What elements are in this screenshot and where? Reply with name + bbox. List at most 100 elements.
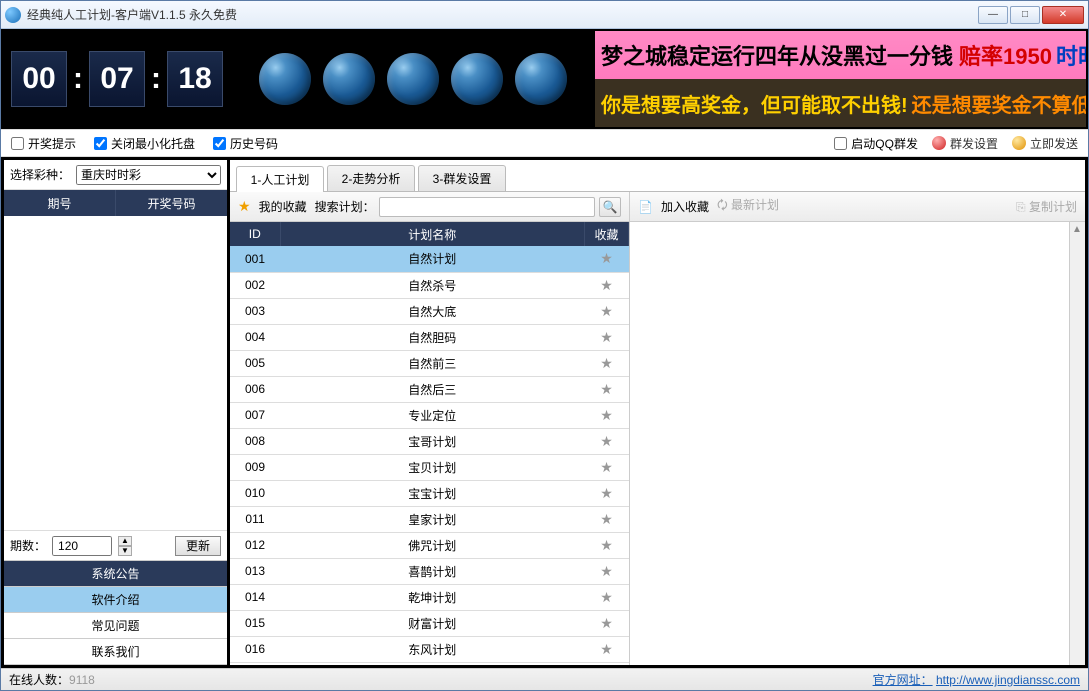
add-favorite-button[interactable]: 加入收藏 xyxy=(661,198,709,215)
cell-fav: ★ xyxy=(585,506,629,532)
ad-banner[interactable]: 梦之城稳定运行四年从没黑过一分钱 赔率1950 时时彩 你是想要高奖金，但可能取… xyxy=(595,31,1086,127)
table-row[interactable]: 007专业定位★ xyxy=(230,402,629,428)
ad-line-1: 梦之城稳定运行四年从没黑过一分钱 赔率1950 时时彩 xyxy=(595,31,1086,79)
cell-name: 宝哥计划 xyxy=(280,428,585,454)
official-site-link[interactable]: http://www.jingdianssc.com xyxy=(936,673,1080,687)
search-group: 搜索计划： 🔍 xyxy=(315,197,621,217)
countdown-timer: 00 : 07 : 18 xyxy=(3,31,231,127)
table-row[interactable]: 009宝贝计划★ xyxy=(230,454,629,480)
table-row[interactable]: 015财富计划★ xyxy=(230,610,629,636)
tab-trend[interactable]: 2-走势分析 xyxy=(327,165,415,191)
site-label: 官方网址： xyxy=(873,673,933,687)
cell-id: 010 xyxy=(230,480,280,506)
table-row[interactable]: 014乾坤计划★ xyxy=(230,584,629,610)
star-icon[interactable]: ★ xyxy=(600,407,613,423)
minimize-button[interactable]: — xyxy=(978,6,1008,24)
table-row[interactable]: 004自然胆码★ xyxy=(230,324,629,350)
table-row[interactable]: 010宝宝计划 ★ xyxy=(230,480,629,506)
star-icon[interactable]: ★ xyxy=(600,303,613,319)
cell-name: 宝贝计划 xyxy=(280,454,585,480)
plan-detail-panel: 📄 加入收藏 🗘 最新计划 ⎘ 复制计划 xyxy=(630,192,1085,665)
star-icon[interactable]: ★ xyxy=(600,329,613,345)
table-row[interactable]: 013喜鹊计划★ xyxy=(230,558,629,584)
star-icon[interactable]: ★ xyxy=(600,381,613,397)
cell-fav: ★ xyxy=(585,480,629,506)
th-fav[interactable]: 收藏 xyxy=(585,222,629,246)
menu-contact[interactable]: 联系我们 xyxy=(4,639,227,665)
search-button[interactable]: 🔍 xyxy=(599,197,621,217)
search-input[interactable] xyxy=(379,197,595,217)
table-row[interactable]: 011皇家计划★ xyxy=(230,506,629,532)
broadcast-settings-link[interactable]: 群发设置 xyxy=(932,135,998,152)
star-icon[interactable]: ★ xyxy=(600,615,613,631)
table-row[interactable]: 003自然大底★ xyxy=(230,298,629,324)
app-icon xyxy=(5,7,21,23)
star-icon[interactable]: ★ xyxy=(600,485,613,501)
cell-id: 014 xyxy=(230,584,280,610)
menu-software-intro[interactable]: 软件介绍 xyxy=(4,587,227,613)
tab-plans[interactable]: 1-人工计划 xyxy=(236,166,324,192)
table-row[interactable]: 016东风计划★ xyxy=(230,636,629,662)
search-label: 搜索计划： xyxy=(315,198,375,215)
detail-content xyxy=(630,222,1069,665)
menu-faq[interactable]: 常见问题 xyxy=(4,613,227,639)
star-icon[interactable]: ★ xyxy=(600,563,613,579)
cell-fav: ★ xyxy=(585,402,629,428)
refresh-plan-button[interactable]: 🗘 最新计划 xyxy=(717,196,779,217)
cell-id: 002 xyxy=(230,272,280,298)
lottery-select[interactable]: 重庆时时彩 xyxy=(76,165,221,185)
star-icon[interactable]: ★ xyxy=(600,511,613,527)
vertical-scrollbar[interactable] xyxy=(1069,222,1085,665)
cell-fav: ★ xyxy=(585,532,629,558)
plan-grid-scroll[interactable]: ID 计划名称 收藏 001自然计划★002自然杀号★003自然大底★004自然… xyxy=(230,222,629,665)
plan-list-toolbar: ★ 我的收藏 搜索计划： 🔍 xyxy=(230,192,629,222)
cell-name: 自然后三 xyxy=(280,376,585,402)
copy-plan-button[interactable]: ⎘ 复制计划 xyxy=(1016,198,1077,215)
close-button[interactable]: ✕ xyxy=(1042,6,1084,24)
star-icon[interactable]: ★ xyxy=(600,537,613,553)
opt-close-tray[interactable]: 关闭最小化托盘 xyxy=(94,135,195,152)
table-row[interactable]: 002自然杀号★ xyxy=(230,272,629,298)
my-favorites-link[interactable]: 我的收藏 xyxy=(259,198,307,215)
cell-fav: ★ xyxy=(585,610,629,636)
person-icon xyxy=(1012,136,1026,150)
maximize-button[interactable]: □ xyxy=(1010,6,1040,24)
cell-name: 宝宝计划 xyxy=(280,480,585,506)
options-bar: 开奖提示 关闭最小化托盘 历史号码 启动QQ群发 群发设置 立即发送 xyxy=(1,129,1088,157)
cell-id: 012 xyxy=(230,532,280,558)
star-icon[interactable]: ★ xyxy=(600,250,613,266)
document-icon: 📄 xyxy=(638,200,653,214)
cell-id: 013 xyxy=(230,558,280,584)
opt-history[interactable]: 历史号码 xyxy=(213,135,278,152)
cell-id: 008 xyxy=(230,428,280,454)
tab-broadcast[interactable]: 3-群发设置 xyxy=(418,165,506,191)
update-button[interactable]: 更新 xyxy=(175,536,221,556)
spin-up-button[interactable]: ▲ xyxy=(118,536,132,546)
cell-name: 自然前三 xyxy=(280,350,585,376)
table-row[interactable]: 006自然后三★ xyxy=(230,376,629,402)
cell-fav: ★ xyxy=(585,558,629,584)
star-icon[interactable]: ★ xyxy=(600,459,613,475)
lottery-select-label: 选择彩种： xyxy=(10,166,70,183)
star-icon[interactable]: ★ xyxy=(600,433,613,449)
opt-qq-broadcast[interactable]: 启动QQ群发 xyxy=(834,135,918,152)
star-icon[interactable]: ★ xyxy=(600,641,613,657)
table-row[interactable]: 012佛咒计划★ xyxy=(230,532,629,558)
period-input[interactable] xyxy=(52,536,112,556)
th-id[interactable]: ID xyxy=(230,222,280,246)
plan-table: ID 计划名称 收藏 001自然计划★002自然杀号★003自然大底★004自然… xyxy=(230,222,629,663)
star-icon[interactable]: ★ xyxy=(600,277,613,293)
th-name[interactable]: 计划名称 xyxy=(280,222,585,246)
opt-draw-alert[interactable]: 开奖提示 xyxy=(11,135,76,152)
spin-down-button[interactable]: ▼ xyxy=(118,546,132,556)
star-icon[interactable]: ★ xyxy=(600,355,613,371)
timer-seconds: 18 xyxy=(167,51,223,107)
menu-announcement[interactable]: 系统公告 xyxy=(4,561,227,587)
send-now-link[interactable]: 立即发送 xyxy=(1012,135,1078,152)
table-row[interactable]: 001自然计划★ xyxy=(230,246,629,272)
table-row[interactable]: 008宝哥计划 ★ xyxy=(230,428,629,454)
history-list xyxy=(4,216,227,530)
star-icon[interactable]: ★ xyxy=(600,589,613,605)
cell-id: 015 xyxy=(230,610,280,636)
table-row[interactable]: 005自然前三★ xyxy=(230,350,629,376)
